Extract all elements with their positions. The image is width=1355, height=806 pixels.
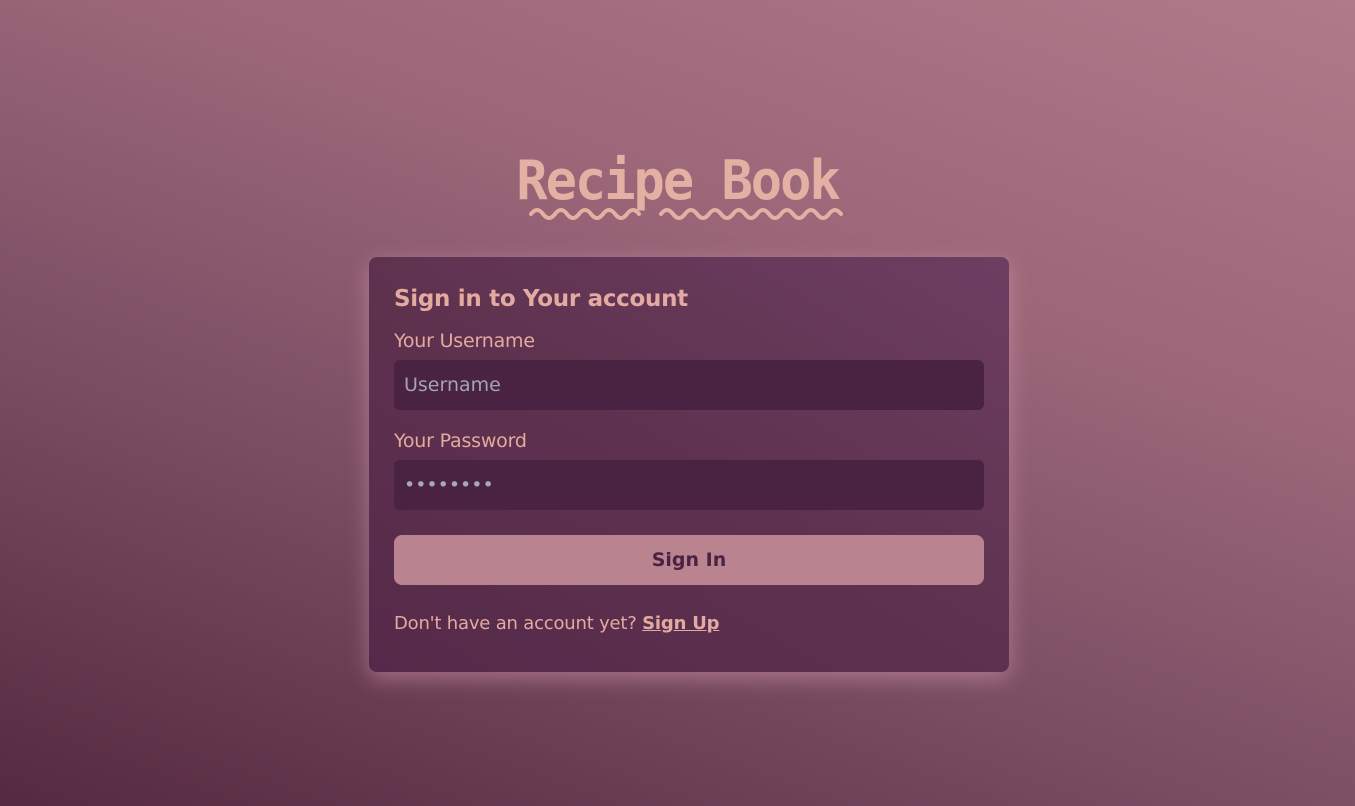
sign-in-card: Sign in to Your account Your Username Yo… (369, 257, 1009, 672)
sign-up-link[interactable]: Sign Up (642, 613, 719, 634)
logo-wave-underline (529, 208, 843, 220)
username-input[interactable] (394, 360, 984, 410)
username-label: Your Username (394, 330, 535, 352)
sign-in-button[interactable]: Sign In (394, 535, 984, 585)
logo: Recipe Book (0, 150, 1355, 220)
signup-prompt: Don't have an account yet? (394, 613, 643, 634)
signup-row: Don't have an account yet? Sign Up (394, 613, 984, 634)
password-label: Your Password (394, 430, 527, 452)
password-input[interactable] (394, 460, 984, 510)
form-title: Sign in to Your account (394, 286, 688, 312)
